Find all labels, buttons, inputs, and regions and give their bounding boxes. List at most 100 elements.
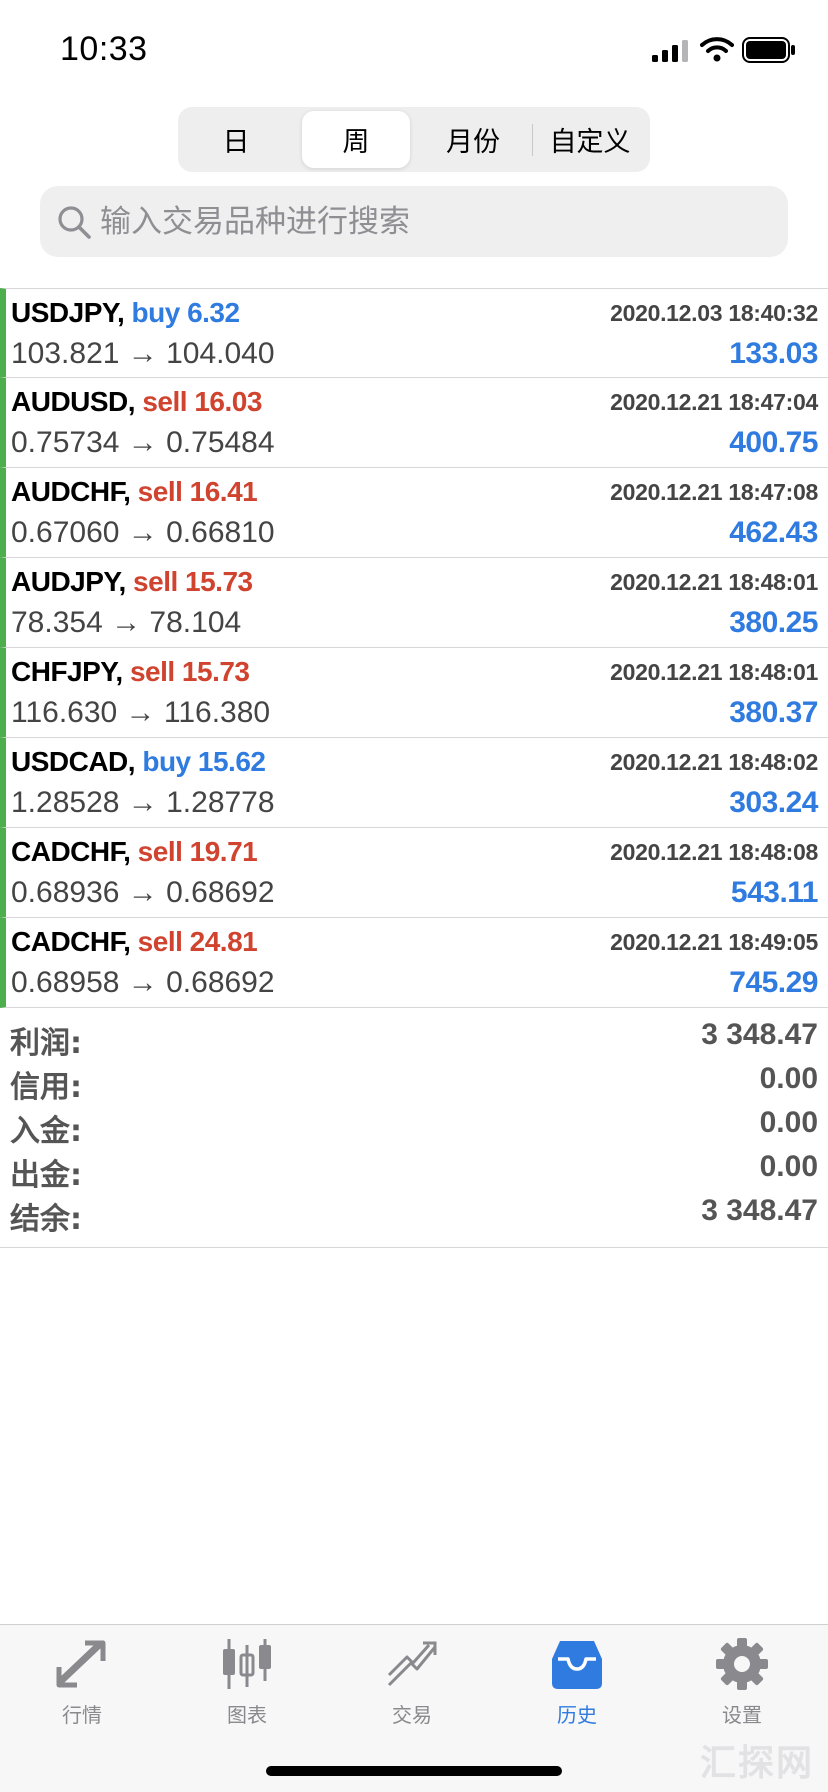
symbol-name: CHFJPY,: [11, 656, 123, 687]
trade-time: 2020.12.21 18:48:01: [610, 659, 818, 685]
trade-action: sell: [142, 386, 188, 417]
summary-row: 信用: 0.00: [0, 1058, 828, 1105]
trade-action: sell: [133, 566, 178, 597]
trade-direction: buy 6.32: [131, 297, 241, 328]
trade-action: sell: [137, 926, 183, 957]
search-input[interactable]: [100, 186, 760, 257]
summary-label: 入金:: [10, 1114, 82, 1149]
trade-volume: 15.62: [197, 746, 266, 777]
trade-direction: buy 15.62: [142, 746, 266, 777]
tab-month[interactable]: 月份: [418, 111, 528, 168]
trade-volume: 16.03: [194, 386, 262, 417]
tab-label: 设置: [722, 1703, 762, 1727]
trade-prices: 103.821 → 104.040: [11, 337, 275, 370]
summary-value: 0.00: [759, 1150, 818, 1183]
trade-time: 2020.12.21 18:48:01: [610, 569, 818, 595]
summary-label: 信用:: [10, 1070, 82, 1105]
trade-profit: 303.24: [729, 786, 818, 819]
trade-row[interactable]: AUDUSD, sell 16.03 2020.12.21 18:47:04 0.7…: [0, 378, 828, 468]
tab-label: 交易: [392, 1703, 432, 1727]
symbol-name: CADCHF,: [11, 836, 131, 867]
chart-icon: [223, 1639, 271, 1689]
search-icon: [58, 206, 91, 239]
trade-time: 2020.12.21 18:49:05: [610, 929, 818, 955]
trade-action: buy: [142, 746, 191, 777]
trade-row[interactable]: CADCHF, sell 19.71 2020.12.21 18:48:08 0.6…: [0, 828, 828, 918]
period-segmented-control: 日 周 月份 自定义: [178, 107, 650, 172]
trade-row[interactable]: USDJPY, buy 6.32 2020.12.03 18:40:32 103.8…: [0, 288, 828, 378]
summary-value: 0.00: [759, 1062, 818, 1095]
tab-history[interactable]: 历史: [517, 1637, 637, 1727]
trade-row[interactable]: CHFJPY, sell 15.73 2020.12.21 18:48:01 116…: [0, 648, 828, 738]
trade-time: 2020.12.03 18:40:32: [610, 300, 818, 326]
trade-profit: 380.37: [729, 696, 818, 729]
summary-label: 结余:: [10, 1202, 82, 1237]
summary-value: 0.00: [759, 1106, 818, 1139]
trade-profit: 133.03: [729, 337, 818, 370]
trade-row[interactable]: AUDCHF, sell 16.41 2020.12.21 18:47:08 0.6…: [0, 468, 828, 558]
history-icon: [552, 1641, 602, 1689]
trade-volume: 6.32: [187, 297, 240, 328]
trade-profit: 543.11: [730, 876, 819, 909]
trade-prices: 1.28528 → 1.28778: [11, 786, 275, 819]
trade-prices: 116.630 → 116.380: [11, 696, 271, 729]
summary-label: 出金:: [10, 1158, 82, 1193]
trade-row[interactable]: USDCAD, buy 15.62 2020.12.21 18:48:02 1.28…: [0, 738, 828, 828]
trade-profit: 400.75: [729, 426, 818, 459]
tab-quotes[interactable]: 行情: [22, 1637, 142, 1727]
trade-direction: sell 16.03: [142, 386, 262, 417]
tab-label: 图表: [227, 1703, 267, 1727]
trade-row[interactable]: AUDJPY, sell 15.73 2020.12.21 18:48:01 78.…: [0, 558, 828, 648]
trade-direction: sell 24.81: [138, 926, 258, 957]
summary-value: 3 348.47: [701, 1018, 818, 1051]
summary-value: 3 348.47: [701, 1194, 818, 1227]
trade-time: 2020.12.21 18:48:08: [610, 839, 818, 865]
tab-settings[interactable]: 设置: [682, 1637, 802, 1727]
trade-prices: 0.68936 → 0.68692: [11, 876, 275, 909]
trade-profit: 462.43: [729, 516, 818, 549]
symbol-name: AUDCHF,: [11, 476, 131, 507]
symbol-name: USDJPY,: [11, 297, 125, 328]
summary-row: 入金: 0.00: [0, 1102, 828, 1149]
trade-prices: 0.68958 → 0.68692: [11, 966, 275, 999]
tab-week[interactable]: 周: [302, 111, 410, 168]
trade-prices: 0.67060 → 0.66810: [11, 516, 275, 549]
home-indicator[interactable]: [266, 1766, 562, 1776]
trade-time: 2020.12.21 18:47:04: [610, 389, 818, 415]
settings-icon: [716, 1638, 768, 1690]
trade-action: buy: [131, 297, 181, 328]
trade-symbol: AUDCHF, sell 16.41: [11, 476, 258, 508]
trade-icon: [387, 1641, 437, 1687]
trade-prices: 0.75734 → 0.75484: [11, 426, 275, 459]
tab-chart[interactable]: 图表: [187, 1637, 307, 1727]
trade-volume: 24.81: [189, 926, 258, 957]
search-bar[interactable]: [40, 186, 788, 257]
trade-profit: 380.25: [729, 606, 818, 639]
summary-row: 利润: 3 348.47: [0, 1014, 828, 1061]
trade-symbol: CADCHF, sell 24.81: [11, 926, 258, 958]
tab-trade[interactable]: 交易: [352, 1637, 472, 1727]
status-bar: 10:33: [0, 0, 828, 100]
trade-direction: sell 16.41: [138, 476, 258, 507]
trade-volume: 19.71: [189, 836, 258, 867]
trade-volume: 16.41: [189, 476, 258, 507]
segment-divider: [532, 124, 533, 156]
tab-label: 历史: [557, 1703, 597, 1727]
trade-prices: 78.354 → 78.104: [11, 606, 242, 639]
quotes-icon: [56, 1640, 106, 1688]
trade-action: sell: [129, 656, 175, 687]
status-time: 10:33: [60, 30, 148, 68]
account-summary: 利润: 3 348.47 信用: 0.00 入金: 0.00 出金: 0.00 结余: 3 348…: [0, 1014, 828, 1248]
tab-label: 行情: [62, 1703, 102, 1727]
summary-row: 结余: 3 348.47: [0, 1190, 828, 1237]
trade-direction: sell 15.73: [133, 566, 253, 597]
trade-row[interactable]: CADCHF, sell 24.81 2020.12.21 18:49:05 0.6…: [0, 918, 828, 1008]
wifi-icon: [700, 37, 734, 62]
tab-custom[interactable]: 自定义: [534, 111, 646, 168]
trade-profit: 745.29: [729, 966, 818, 999]
watermark: 汇探网: [699, 1743, 814, 1784]
trade-symbol: AUDJPY, sell 15.73: [11, 566, 253, 598]
trade-direction: sell 19.71: [138, 836, 258, 867]
trade-symbol: USDCAD, buy 15.62: [11, 746, 266, 778]
tab-day[interactable]: 日: [184, 111, 288, 168]
